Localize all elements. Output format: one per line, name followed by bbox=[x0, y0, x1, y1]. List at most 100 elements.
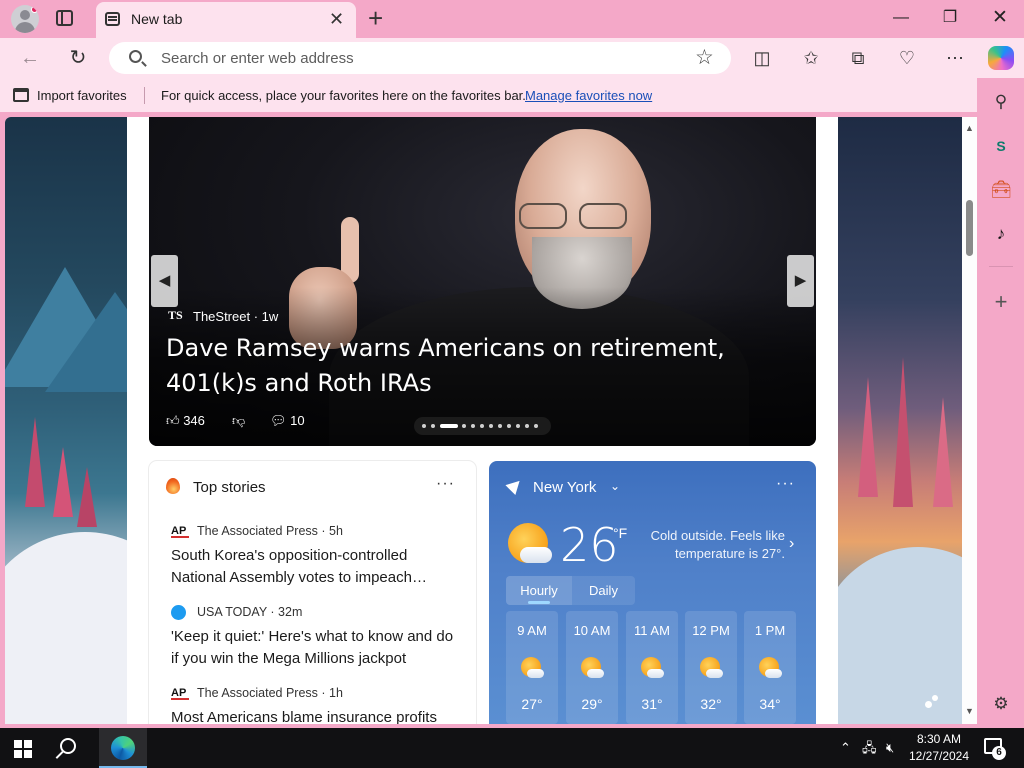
close-tab-icon[interactable]: ✕ bbox=[329, 8, 344, 30]
show-hidden-icons-icon[interactable]: ⌃ bbox=[840, 728, 851, 768]
windows-taskbar: ⌃ 🖧︎ 🔇︎ 8:30 AM 12/27/2024 6 bbox=[0, 728, 1024, 768]
clock-date: 12/27/2024 bbox=[908, 749, 970, 763]
restore-button[interactable]: ❐ bbox=[927, 6, 973, 30]
taskbar-edge-button[interactable] bbox=[99, 728, 147, 768]
close-window-button[interactable]: ✕ bbox=[977, 6, 1023, 30]
like-button[interactable]: 👍︎ 346 bbox=[166, 413, 205, 429]
partly-cloudy-icon bbox=[700, 657, 724, 679]
favorites-icon[interactable]: ✩ bbox=[799, 46, 823, 70]
carousel-dot[interactable] bbox=[507, 424, 511, 428]
hour-temperature: 34° bbox=[759, 696, 781, 712]
hero-headline[interactable]: Dave Ramsey warns Americans on retiremen… bbox=[166, 331, 806, 401]
location-arrow-icon bbox=[505, 475, 525, 496]
carousel-indicators[interactable] bbox=[414, 417, 551, 435]
taskbar-search-icon[interactable] bbox=[60, 738, 76, 754]
carousel-dot[interactable] bbox=[471, 424, 475, 428]
personalize-feed-icon[interactable] bbox=[925, 695, 939, 709]
collections-icon[interactable]: ⧉ bbox=[846, 46, 870, 70]
address-input[interactable] bbox=[161, 48, 681, 68]
tab-new-tab[interactable]: New tab ✕ bbox=[96, 2, 356, 38]
story-headline[interactable]: Most Americans blame insurance profits bbox=[171, 707, 461, 724]
scrollbar-thumb[interactable] bbox=[966, 200, 973, 256]
ap-logo: AP bbox=[171, 686, 189, 700]
start-button[interactable] bbox=[14, 740, 32, 758]
carousel-dot[interactable] bbox=[489, 424, 493, 428]
like-count: 346 bbox=[183, 413, 205, 428]
fire-icon bbox=[166, 478, 180, 494]
carousel-dot[interactable] bbox=[480, 424, 484, 428]
sidebar-search-icon[interactable]: ⚲ bbox=[989, 90, 1013, 114]
network-icon[interactable]: 🖧︎ bbox=[862, 728, 877, 768]
import-favorites-icon[interactable] bbox=[13, 88, 29, 102]
carousel-dot[interactable] bbox=[431, 424, 435, 428]
hour-time: 10 AM bbox=[573, 623, 611, 638]
weather-location[interactable]: New York bbox=[533, 479, 596, 496]
feed-column: ◀ ▶ TS TheStreet · 1w Dave Ramsey warns … bbox=[127, 117, 838, 724]
volume-muted-icon[interactable]: 🔇︎ bbox=[886, 728, 894, 768]
carousel-next-button[interactable]: ▶ bbox=[787, 255, 814, 307]
chevron-right-icon[interactable]: › bbox=[789, 535, 794, 553]
scroll-down-icon[interactable]: ▼ bbox=[965, 706, 974, 716]
dislike-button[interactable]: 👎︎ bbox=[232, 413, 245, 429]
hero-source: TheStreet · 1w bbox=[193, 309, 279, 324]
hero-carousel[interactable]: ◀ ▶ TS TheStreet · 1w Dave Ramsey warns … bbox=[149, 117, 816, 446]
new-tab-button[interactable]: + bbox=[368, 4, 383, 32]
thestreet-logo: TS bbox=[168, 308, 183, 322]
tiktok-icon[interactable]: ♪ bbox=[989, 222, 1013, 246]
carousel-dot[interactable] bbox=[462, 424, 466, 428]
top-stories-more-button[interactable]: ··· bbox=[436, 475, 455, 493]
hour-time: 9 AM bbox=[517, 623, 547, 638]
chevron-down-icon[interactable]: ⌄ bbox=[610, 479, 620, 493]
ap-logo: AP bbox=[171, 524, 189, 538]
story-headline[interactable]: South Korea's opposition-controlled Nati… bbox=[171, 545, 461, 589]
weather-card[interactable]: New York ⌄ ··· 26 °F Cold outside. Feels… bbox=[489, 461, 816, 724]
add-sidebar-app-icon[interactable]: + bbox=[989, 290, 1013, 314]
tab-hourly[interactable]: Hourly bbox=[506, 576, 572, 605]
edge-sidebar: ⚲ S 🧰︎ ♪ + ⚙ bbox=[977, 78, 1024, 728]
sharepoint-icon[interactable]: S bbox=[989, 134, 1013, 158]
minimize-button[interactable]: — bbox=[878, 6, 924, 30]
carousel-dot[interactable] bbox=[440, 424, 458, 428]
story-item[interactable]: AP The Associated Press · 1h Most Americ… bbox=[171, 685, 461, 724]
comment-button[interactable]: 💬︎ 10 bbox=[270, 413, 305, 429]
back-button[interactable]: ← bbox=[18, 46, 42, 70]
notification-badge: 6 bbox=[992, 746, 1006, 760]
carousel-dot[interactable] bbox=[534, 424, 538, 428]
profile-avatar[interactable] bbox=[11, 5, 39, 33]
system-clock[interactable]: 8:30 AM 12/27/2024 bbox=[908, 731, 970, 765]
carousel-dot[interactable] bbox=[422, 424, 426, 428]
split-screen-icon[interactable]: ◫ bbox=[750, 46, 774, 70]
refresh-button[interactable]: ↻ bbox=[66, 46, 90, 70]
current-temperature: 26 bbox=[560, 518, 619, 572]
page-scrollbar[interactable]: ▲ ▼ bbox=[962, 117, 977, 724]
edge-icon bbox=[111, 736, 135, 760]
import-favorites-button[interactable]: Import favorites bbox=[37, 88, 127, 103]
notification-dot bbox=[31, 6, 38, 13]
address-bar[interactable]: ☆ bbox=[109, 42, 731, 74]
tab-daily[interactable]: Daily bbox=[572, 576, 635, 605]
copilot-icon[interactable] bbox=[988, 46, 1014, 70]
top-stories-card: Top stories ··· AP The Associated Press … bbox=[149, 461, 476, 724]
weather-more-button[interactable]: ··· bbox=[776, 475, 795, 493]
browser-essentials-icon[interactable]: ♡ bbox=[895, 46, 919, 70]
comment-count: 10 bbox=[290, 413, 305, 428]
story-headline[interactable]: 'Keep it quiet:' Here's what to know and… bbox=[171, 626, 461, 670]
settings-icon[interactable]: ⚙ bbox=[989, 692, 1013, 716]
story-item[interactable]: USA TODAY · 32m 'Keep it quiet:' Here's … bbox=[171, 604, 461, 674]
weather-condition: Cold outside. Feels like temperature is … bbox=[650, 528, 785, 561]
tools-icon[interactable]: 🧰︎ bbox=[989, 178, 1013, 202]
tab-actions-icon[interactable] bbox=[56, 10, 73, 26]
carousel-dot[interactable] bbox=[498, 424, 502, 428]
story-item[interactable]: AP The Associated Press · 5h South Korea… bbox=[171, 523, 461, 593]
carousel-previous-button[interactable]: ◀ bbox=[151, 255, 178, 307]
navigation-toolbar: ← ↻ ☆ ◫ ✩ ⧉ ♡ ⋯ bbox=[0, 38, 1024, 78]
weather-tabs: Hourly Daily bbox=[506, 576, 635, 605]
temperature-unit[interactable]: °F bbox=[613, 525, 627, 541]
add-favorite-icon[interactable]: ☆ bbox=[695, 45, 714, 70]
scroll-up-icon[interactable]: ▲ bbox=[965, 123, 974, 133]
more-icon[interactable]: ⋯ bbox=[943, 46, 967, 70]
manage-favorites-link[interactable]: Manage favorites now bbox=[525, 88, 652, 103]
carousel-dot[interactable] bbox=[516, 424, 520, 428]
carousel-dot[interactable] bbox=[525, 424, 529, 428]
partly-cloudy-icon bbox=[641, 657, 665, 679]
